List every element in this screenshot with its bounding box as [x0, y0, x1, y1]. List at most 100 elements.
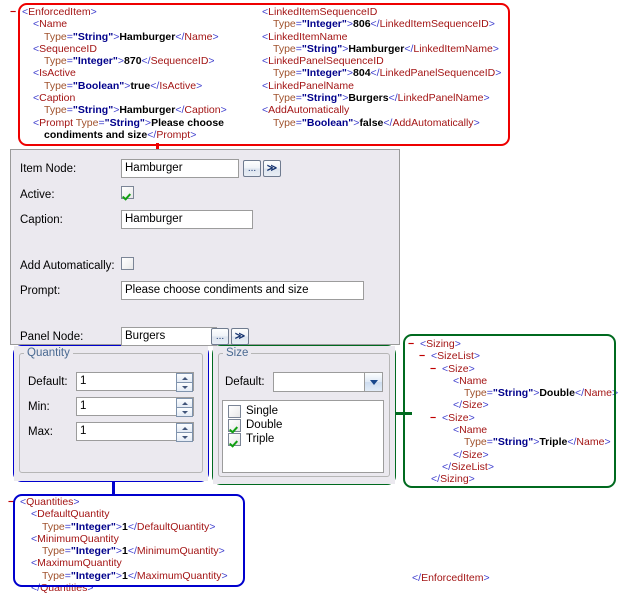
item-node-input[interactable]: Hamburger [121, 159, 239, 178]
xml-line: <MinimumQuantity [8, 533, 228, 545]
xml-line: Type="Integer">1</MaximumQuantity> [8, 570, 228, 582]
tree-collapse-icon[interactable]: − [10, 6, 22, 18]
xml-token: "String" [302, 43, 342, 55]
xml-line: </Sizing> [408, 473, 618, 485]
spinner-down-button[interactable] [176, 382, 193, 392]
quantity-max-label: Max: [28, 426, 53, 438]
item-node-browse-button[interactable]: ... [243, 160, 261, 177]
xml-token: Caption [184, 104, 220, 116]
xml-token: Name [184, 31, 212, 43]
item-node-goto-button[interactable]: ≫ [263, 160, 281, 177]
xml-token: Name [459, 375, 487, 387]
xml-token: </ [453, 449, 462, 461]
quantity-min-spinner[interactable] [176, 398, 193, 415]
xml-token: "Integer" [71, 545, 116, 557]
panel-node-browse-button[interactable]: ... [211, 328, 229, 345]
xml-token: > [221, 104, 227, 116]
xml-token: Type [42, 545, 65, 557]
size-option-checkbox[interactable] [228, 433, 241, 446]
xml-line: −<Size> [408, 412, 618, 424]
xml-token: </ [389, 92, 398, 104]
quantity-default-spinner[interactable] [176, 373, 193, 390]
quantity-max-spinner[interactable] [176, 423, 193, 440]
size-options-listbox[interactable]: Single Double Triple [222, 400, 384, 473]
caption-input[interactable]: Hamburger [121, 210, 253, 229]
xml-token: "String" [493, 436, 533, 448]
tree-collapse-icon[interactable]: − [430, 412, 442, 424]
xml-token: MinimumQuantity [37, 533, 119, 545]
xml-token: false [359, 117, 383, 129]
xml-token: EnforcedItem [421, 572, 483, 584]
xml-token: "String" [73, 31, 113, 43]
connector-green-horizontal [394, 412, 412, 415]
size-option-checkbox[interactable] [228, 419, 241, 432]
active-label: Active: [20, 189, 55, 201]
xml-token: </ [371, 18, 380, 30]
xml-token: Triple [539, 436, 567, 448]
xml-token: Type [44, 31, 67, 43]
tree-collapse-icon[interactable]: − [408, 338, 420, 350]
xml-token: > [469, 473, 475, 485]
xml-token: > [493, 43, 499, 55]
active-checkbox[interactable] [121, 186, 134, 199]
xml-token: 804 [353, 67, 371, 79]
xml-enforced-item-right: <LinkedItemSequenceIDType="Integer">806<… [250, 6, 501, 129]
xml-token: Type [273, 117, 296, 129]
prompt-input[interactable]: Please choose condiments and size [121, 281, 364, 300]
xml-token: Type [273, 92, 296, 104]
xml-token: > [73, 496, 79, 508]
xml-line: Type="String">Hamburger</Name> [10, 31, 227, 43]
panel-node-input[interactable]: Burgers [121, 327, 217, 346]
xml-token: "String" [302, 92, 342, 104]
xml-line: <Caption [10, 92, 227, 104]
xml-line: <IsActive [10, 67, 227, 79]
xml-token: LinkedItemSequenceID [380, 18, 489, 30]
xml-token: Prompt [156, 129, 190, 141]
spinner-down-button[interactable] [176, 432, 193, 442]
spinner-down-button[interactable] [176, 407, 193, 417]
xml-line: <Name [408, 375, 618, 387]
caption-label: Caption: [20, 214, 63, 226]
xml-token: Type [42, 521, 65, 533]
combobox-dropdown-button[interactable] [364, 373, 382, 391]
xml-line: Type="Boolean">true</IsActive> [10, 80, 227, 92]
xml-token: Type [44, 104, 67, 116]
xml-token: </ [147, 129, 156, 141]
size-option-checkbox[interactable] [228, 405, 241, 418]
xml-token: > [91, 6, 97, 18]
xml-line: <Name [10, 18, 227, 30]
xml-token: > [469, 363, 475, 375]
quantity-panel: Quantity Default: 1 Min: 1 Max: 1 [14, 346, 208, 481]
xml-token: "String" [73, 104, 113, 116]
chevron-down-icon [182, 436, 188, 439]
xml-token: Quantities [26, 496, 73, 508]
xml-token: </ [150, 80, 159, 92]
xml-line: −<Size> [408, 363, 618, 375]
xml-token: AddAutomatically [392, 117, 473, 129]
xml-line: Type="Integer">1</MinimumQuantity> [8, 545, 228, 557]
tree-collapse-icon[interactable]: − [430, 363, 442, 375]
xml-token: > [219, 545, 225, 557]
xml-token: > [484, 572, 490, 584]
xml-token: > [455, 338, 461, 350]
xml-token: "Boolean" [302, 117, 353, 129]
tree-collapse-icon[interactable]: − [8, 496, 20, 508]
xml-token: "String" [493, 387, 533, 399]
size-default-combobox[interactable] [273, 372, 383, 392]
xml-line: </EnforcedItem> [400, 572, 490, 584]
xml-token: Name [39, 18, 67, 30]
xml-token: MaximumQuantity [37, 557, 122, 569]
chevron-up-icon [182, 377, 188, 380]
xml-token: Type [464, 387, 487, 399]
xml-token: </ [128, 545, 137, 557]
size-group-title: Size [223, 347, 251, 359]
tree-collapse-icon[interactable]: − [419, 350, 431, 362]
xml-token: Burgers [348, 92, 388, 104]
xml-line: −<Sizing> [408, 338, 618, 350]
xml-quantities-block: −<Quantities><DefaultQuantityType="Integ… [8, 496, 228, 594]
xml-token: </ [442, 461, 451, 473]
add-automatically-checkbox[interactable] [121, 257, 134, 270]
xml-token: condiments and size [44, 129, 147, 141]
panel-node-goto-button[interactable]: ≫ [231, 328, 249, 345]
xml-token: Type [44, 55, 67, 67]
